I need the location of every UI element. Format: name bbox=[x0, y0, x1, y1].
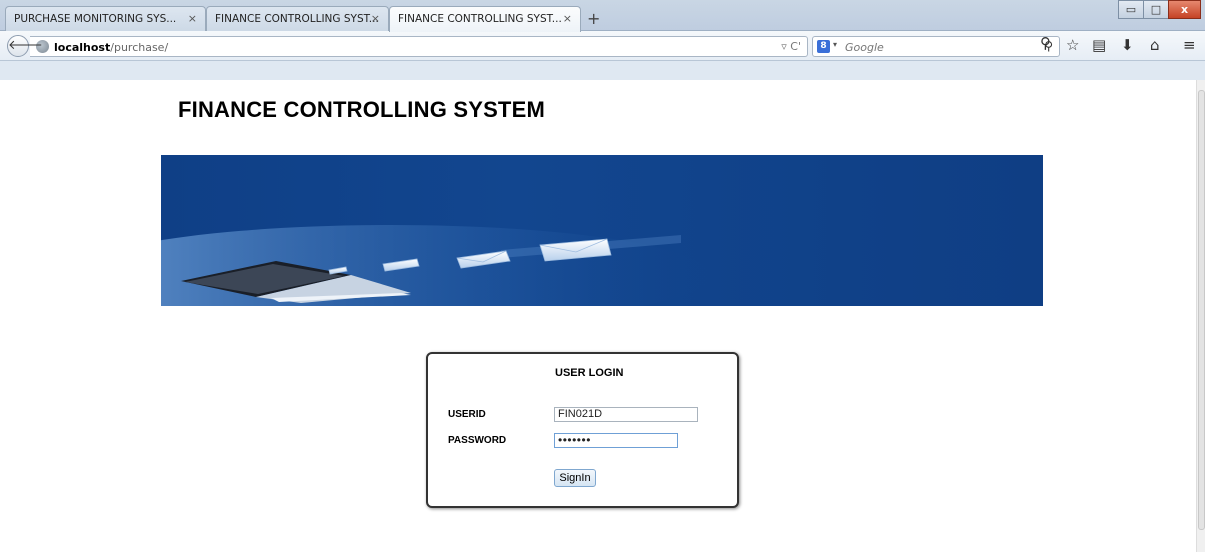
address-bar[interactable]: localhost/purchase/ ▿ C' bbox=[30, 36, 808, 57]
window-close-button[interactable]: x bbox=[1168, 0, 1201, 19]
password-field[interactable]: ••••••• bbox=[554, 433, 678, 448]
login-panel: USER LOGIN USERID FIN021D PASSWORD •••••… bbox=[426, 352, 739, 508]
minimize-button[interactable]: ▭ bbox=[1118, 0, 1144, 19]
reload-icon[interactable]: ▿ C' bbox=[781, 40, 801, 53]
page-title: FINANCE CONTROLLING SYSTEM bbox=[178, 97, 545, 122]
close-icon[interactable]: × bbox=[563, 12, 572, 25]
url-host: localhost bbox=[54, 41, 111, 54]
close-icon[interactable]: × bbox=[188, 12, 197, 25]
back-icon: 🡐 bbox=[8, 38, 43, 53]
close-icon[interactable]: × bbox=[371, 12, 380, 25]
tab-label: FINANCE CONTROLLING SYST... bbox=[398, 13, 562, 25]
password-label: PASSWORD bbox=[448, 435, 507, 446]
search-icon-toolbar[interactable]: ⚲ bbox=[1040, 34, 1051, 52]
tab-purchase-monitoring[interactable]: PURCHASE MONITORING SYS... × bbox=[5, 6, 206, 31]
menu-icon[interactable]: ≡ bbox=[1183, 36, 1196, 54]
tab-strip: PURCHASE MONITORING SYS... × FINANCE CON… bbox=[0, 0, 1205, 32]
tab-label: PURCHASE MONITORING SYS... bbox=[14, 13, 177, 25]
navigation-bar: localhost/purchase/ ▿ C' 🡐 8 ▾ Google ⚲ bbox=[0, 31, 1205, 61]
reading-list-icon[interactable]: ▤ bbox=[1092, 36, 1106, 54]
tab-finance-controlling-active[interactable]: FINANCE CONTROLLING SYST... × bbox=[389, 6, 581, 32]
signin-button[interactable]: SignIn bbox=[554, 469, 596, 487]
url-path: /purchase/ bbox=[110, 41, 169, 54]
tab-label: FINANCE CONTROLLING SYST... bbox=[215, 13, 379, 25]
chevron-down-icon[interactable]: ▾ bbox=[833, 40, 837, 49]
banner-illustration bbox=[161, 225, 711, 306]
google-icon: 8 bbox=[817, 40, 830, 53]
login-heading: USER LOGIN bbox=[555, 367, 624, 379]
back-button[interactable]: 🡐 bbox=[7, 35, 43, 57]
vertical-scrollbar[interactable] bbox=[1196, 80, 1205, 552]
download-icon[interactable]: ⬇ bbox=[1121, 36, 1134, 54]
maximize-button[interactable]: □ bbox=[1143, 0, 1169, 19]
scrollbar-thumb[interactable] bbox=[1198, 90, 1205, 530]
search-placeholder: Google bbox=[845, 41, 884, 54]
banner-image bbox=[161, 155, 1043, 306]
browser-chrome: PURCHASE MONITORING SYS... × FINANCE CON… bbox=[0, 0, 1205, 80]
userid-label: USERID bbox=[448, 409, 486, 420]
userid-field[interactable]: FIN021D bbox=[554, 407, 698, 422]
search-input[interactable]: 8 ▾ Google ⚲ bbox=[812, 36, 1060, 57]
bookmark-star-icon[interactable]: ☆ bbox=[1066, 36, 1079, 54]
new-tab-button[interactable]: + bbox=[587, 9, 600, 28]
tab-finance-controlling-1[interactable]: FINANCE CONTROLLING SYST... × bbox=[206, 6, 389, 31]
home-icon[interactable]: ⌂ bbox=[1150, 36, 1160, 54]
page-content: FINANCE CONTROLLING SYSTEM USER LOGIN US… bbox=[0, 80, 1196, 552]
